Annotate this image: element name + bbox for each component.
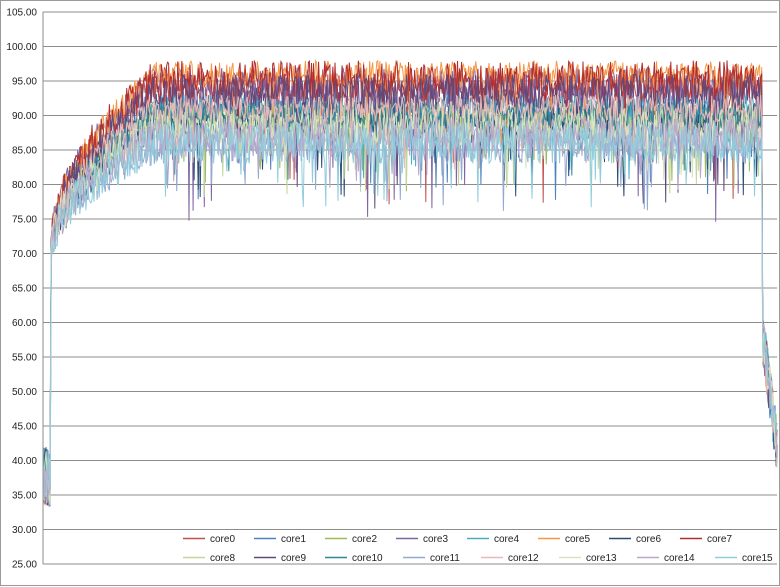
y-tick-label: 50.00 (12, 387, 37, 398)
legend-label-core7: core7 (707, 534, 732, 545)
legend-label-core12: core12 (508, 553, 539, 564)
series-line-core15 (42, 121, 778, 496)
legend-label-core11: core11 (430, 553, 460, 564)
legend-label-core3: core3 (423, 534, 448, 545)
chart-area: 25.00 30.00 35.00 40.00 45.00 50.00 55.00 60.00… (0, 0, 780, 586)
legend-label-core1: core1 (281, 534, 306, 545)
cpu-core-temperature-chart: 25.00 30.00 35.00 40.00 45.00 50.00 55.00 60.00… (6, 8, 778, 571)
legend-label-core14: core14 (664, 553, 695, 564)
y-tick-label: 90.00 (12, 111, 37, 122)
y-tick-label: 35.00 (12, 491, 37, 502)
series-lines (42, 59, 778, 508)
y-tick-label: 30.00 (12, 525, 37, 536)
y-axis-tick-labels: 25.00 30.00 35.00 40.00 45.00 50.00 55.00 60.00… (6, 8, 37, 571)
y-tick-label: 100.00 (6, 42, 37, 53)
series-line-core2 (42, 99, 778, 501)
y-tick-label: 80.00 (12, 180, 37, 191)
y-tick-label: 25.00 (12, 560, 37, 571)
series-line-core10 (42, 100, 778, 503)
legend-label-core2: core2 (352, 534, 377, 545)
y-tick-label: 70.00 (12, 249, 37, 260)
y-tick-label: 85.00 (12, 146, 37, 157)
legend-label-core0: core0 (210, 534, 235, 545)
y-tick-label: 65.00 (12, 284, 37, 295)
y-tick-label: 105.00 (6, 8, 37, 19)
y-tick-label: 45.00 (12, 422, 37, 433)
legend-label-core8: core8 (210, 553, 235, 564)
series-line-core8 (42, 100, 778, 501)
y-tick-label: 40.00 (12, 456, 37, 467)
legend-label-core9: core9 (281, 553, 306, 564)
series-line-core13 (42, 107, 778, 505)
legend-label-core15: core15 (742, 553, 773, 564)
series-line-core6 (42, 101, 778, 507)
legend: core0 core1 core2 core3 core4 core5 core6 core7… (183, 534, 773, 564)
y-tick-label: 75.00 (12, 215, 37, 226)
y-tick-label: 60.00 (12, 318, 37, 329)
y-tick-label: 55.00 (12, 353, 37, 364)
legend-label-core13: core13 (586, 553, 617, 564)
legend-label-core4: core4 (494, 534, 519, 545)
legend-label-core5: core5 (565, 534, 590, 545)
legend-label-core6: core6 (636, 534, 661, 545)
legend-label-core10: core10 (352, 553, 383, 564)
y-tick-label: 95.00 (12, 77, 37, 88)
series-line-core11 (42, 122, 778, 508)
series-line-core14 (42, 115, 778, 502)
